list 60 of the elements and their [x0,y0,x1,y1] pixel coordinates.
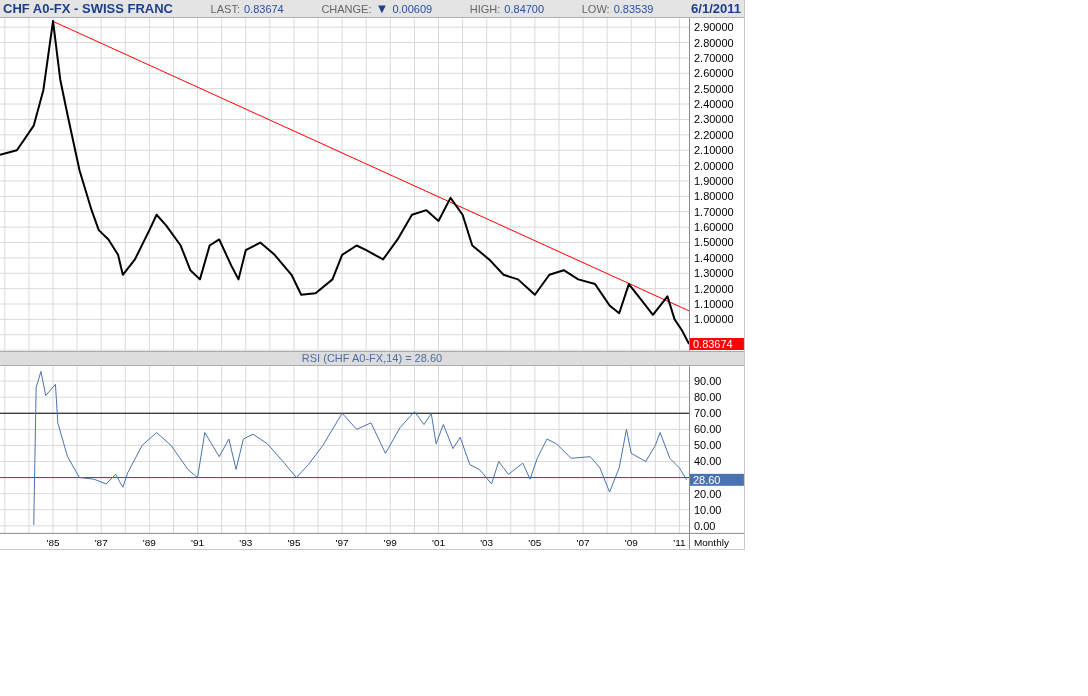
axis-label: '85 [46,536,60,548]
stat-label: HIGH: [469,1,501,17]
axis-label: '05 [528,536,542,548]
axis-label: '11 [673,536,686,548]
down-triangle-icon: ▼ [375,0,389,18]
axis-label: 1.60000 [694,221,734,234]
axis-title: Monthly [694,536,729,548]
axis-label: 1.30000 [694,267,734,280]
stat-label: LOW: [581,1,610,17]
axis-label: 60.00 [694,423,722,436]
axis-label: 2.90000 [694,21,734,34]
axis-label: 40.00 [694,455,722,468]
indicator-title: RSI (CHF A0-FX,14) = 28.60 [0,351,744,366]
axis-label: 80.00 [694,391,722,404]
axis-label: '03 [480,536,494,548]
axis-label: 2.50000 [694,82,734,95]
axis-label: 1.90000 [694,174,734,187]
axis-label: '97 [335,536,349,548]
axis-label: '89 [142,536,156,548]
axis-label: 1.10000 [694,298,734,310]
axis-label: 1.40000 [694,251,734,264]
stat-label: LAST: [210,1,240,17]
axis-label: '01 [432,536,445,548]
axis-label: 1.00000 [694,313,734,326]
annotation: 0.83674 [693,337,733,350]
axis-label: 1.50000 [694,236,734,249]
stat-value: 0.83539 [613,1,654,17]
stat-value: 0.84700 [504,1,545,17]
axis-label: 90.00 [694,375,722,388]
axis-label: 2.10000 [694,144,734,157]
axis-label: '99 [383,536,397,548]
axis-label: 10.00 [694,503,722,516]
axis-label: '91 [191,536,205,548]
axis-label: 1.20000 [694,282,734,295]
last-value-tag: 28.60 [690,473,744,486]
stat-label: CHANGE: [321,1,372,17]
axis-label: 20.00 [694,487,722,500]
axis-label: '93 [239,536,253,548]
axis-label: 2.80000 [694,36,734,49]
axis-label: 2.20000 [694,128,734,141]
stat-value: 0.83674 [243,1,284,17]
axis-label: 2.70000 [694,51,734,64]
axis-label: 1.80000 [694,190,734,203]
axis-label: 0.00 [694,519,716,532]
chart-date: 6/1/2011 [691,0,741,18]
axis-label: '95 [287,536,301,548]
stat-value: 0.00609 [392,1,433,17]
axis-label: '87 [94,536,108,548]
axis-label: '09 [624,536,638,548]
chart-title: CHF A0-FX - SWISS FRANC [3,0,173,18]
axis-label: 2.30000 [694,113,734,126]
axis-label: '07 [576,536,590,548]
axis-label: 70.00 [694,407,722,420]
axis-label: 1.70000 [694,205,734,218]
axis-label: 2.00000 [694,159,734,172]
axis-label: 2.40000 [694,98,734,111]
last-value-tag: 0.83674 [690,338,744,350]
axis-label: 2.60000 [694,67,734,80]
annotation: 28.60 [693,473,721,486]
axis-label: 50.00 [694,439,722,452]
